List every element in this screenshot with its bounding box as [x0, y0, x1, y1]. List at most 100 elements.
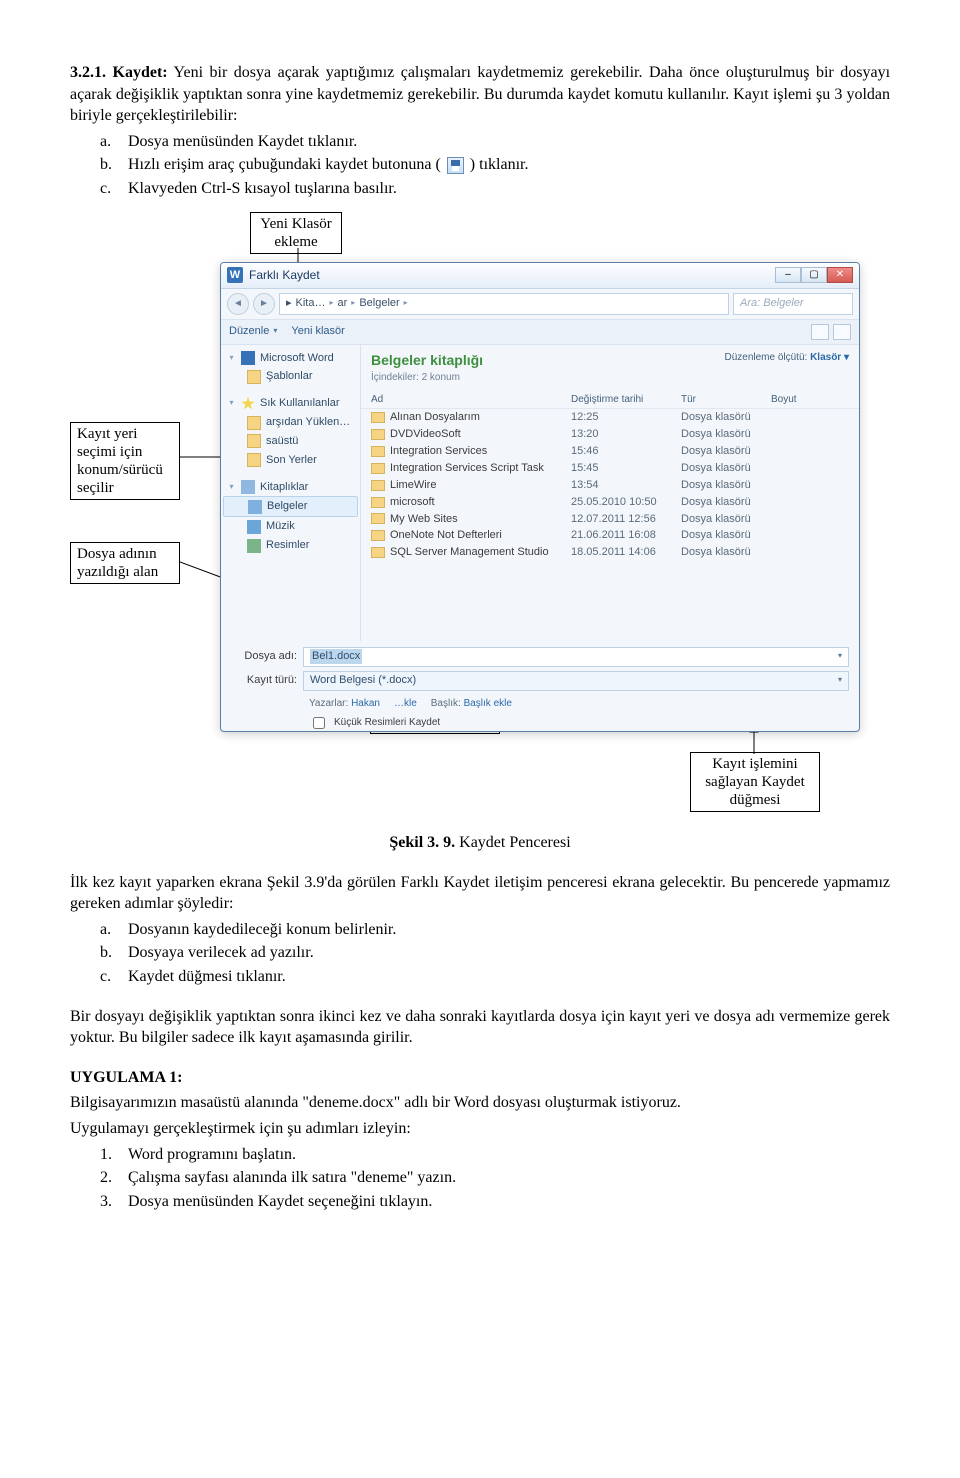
filetype-label: Kayıt türü: — [231, 673, 303, 688]
authors-value[interactable]: Hakan — [351, 698, 380, 709]
file-list-area: Belgeler kitaplığı İçindekiler: 2 konum … — [361, 345, 859, 641]
uygulama-p1: Bilgisayarımızın masaüstü alanında "dene… — [70, 1092, 890, 1114]
caption-number: Şekil 3. 9. — [389, 834, 455, 851]
section-text: Yeni bir dosya açarak yaptığımız çalışma… — [70, 64, 890, 124]
sort-value[interactable]: Klasör ▾ — [810, 352, 849, 363]
u-step2: Çalışma sayfası alanında ilk satıra "den… — [128, 1167, 456, 1189]
library-title: Belgeler kitaplığı — [371, 351, 483, 370]
table-row[interactable]: microsoft25.05.2010 10:50Dosya klasörü — [361, 494, 859, 511]
sort-label: Düzenleme ölçütü: — [724, 352, 807, 363]
column-headers[interactable]: Ad Değiştirme tarihi Tür Boyut — [361, 391, 859, 410]
save-icon — [447, 157, 464, 174]
maximize-button[interactable]: ▢ — [801, 267, 827, 283]
methods-list: a.Dosya menüsünden Kaydet tıklanır. b. H… — [100, 131, 890, 200]
u-step1-marker: 1. — [100, 1144, 128, 1166]
table-row[interactable]: My Web Sites12.07.2011 12:56Dosya klasör… — [361, 511, 859, 528]
side-documents[interactable]: Belgeler — [223, 496, 358, 517]
side-favorites[interactable]: ▾Sık Kullanılanlar — [223, 394, 358, 413]
post-p1: İlk kez kayıt yaparken ekrana Şekil 3.9'… — [70, 872, 890, 915]
dialog-footer-fields: Dosya adı: Bel1.docx▾ Kayıt türü: Word B… — [221, 641, 859, 732]
col-type: Tür — [681, 393, 771, 407]
crumb-2: ar — [338, 296, 348, 311]
table-row[interactable]: Alınan Dosyalarım12:25Dosya klasörü — [361, 409, 859, 426]
breadcrumb[interactable]: ▸ Kita… ▸ ar ▸ Belgeler ▸ — [279, 293, 729, 315]
u-step2-marker: 2. — [100, 1167, 128, 1189]
uygulama-p2: Uygulamayı gerçekleştirmek için şu adıml… — [70, 1118, 890, 1140]
u-step1: Word programını başlatın. — [128, 1144, 296, 1166]
side-desktop[interactable]: saüstü — [223, 432, 358, 451]
section-intro: 3.2.1. Kaydet: Yeni bir dosya açarak yap… — [70, 62, 890, 127]
item-b-pre: Hızlı erişim araç çubuğundaki kaydet but… — [128, 156, 441, 173]
side-libraries[interactable]: ▾Kitaplıklar — [223, 478, 358, 497]
side-downloads[interactable]: arşıdan Yüklen… — [223, 413, 358, 432]
minimize-button[interactable]: – — [775, 267, 801, 283]
section-number: 3.2.1. — [70, 64, 106, 81]
post-p2: Bir dosyayı değişiklik yaptıktan sonra i… — [70, 1006, 890, 1049]
crumb-3: Belgeler — [359, 296, 399, 311]
dialog-titlebar: W Farklı Kaydet – ▢ ✕ — [221, 263, 859, 289]
title-link[interactable]: Başlık ekle — [464, 698, 512, 709]
save-dialog-figure: Yeni Klasör ekleme Kayıt yeri seçimi içi… — [70, 212, 890, 872]
save-thumbnail-label: Küçük Resimleri Kaydet — [334, 716, 440, 730]
filetype-field[interactable]: Word Belgesi (*.docx)▾ — [303, 671, 849, 691]
toolbar: Düzenle▾ Yeni klasör — [221, 319, 859, 345]
folder-rows: Alınan Dosyalarım12:25Dosya klasörü DVDV… — [361, 409, 859, 561]
step-c-marker: c. — [100, 966, 128, 988]
section-title: Kaydet: — [113, 64, 168, 81]
table-row[interactable]: OneNote Not Defterleri21.06.2011 16:08Do… — [361, 527, 859, 544]
forward-button[interactable]: ► — [253, 293, 275, 315]
search-input[interactable]: Ara: Belgeler — [733, 293, 853, 315]
word-icon: W — [227, 267, 243, 283]
side-music[interactable]: Müzik — [223, 517, 358, 536]
steps-list-1: a.Dosyanın kaydedileceği konum belirleni… — [100, 919, 890, 988]
close-button[interactable]: ✕ — [827, 267, 853, 283]
sidebar: ▾Microsoft Word Şablonlar ▾Sık Kullanıla… — [221, 345, 361, 641]
callout-filename: Dosya adının yazıldığı alan — [70, 542, 180, 584]
view-icon[interactable] — [811, 324, 829, 340]
u-step3-marker: 3. — [100, 1191, 128, 1213]
new-folder-button[interactable]: Yeni klasör — [291, 324, 344, 339]
back-button[interactable]: ◄ — [227, 293, 249, 315]
item-b: Hızlı erişim araç çubuğundaki kaydet but… — [128, 154, 528, 176]
side-templates[interactable]: Şablonlar — [223, 367, 358, 386]
table-row[interactable]: SQL Server Management Studio18.05.2011 1… — [361, 544, 859, 561]
step-a-marker: a. — [100, 919, 128, 941]
side-pictures[interactable]: Resimler — [223, 536, 358, 555]
title-label: Başlık: — [431, 698, 461, 709]
item-b-marker: b. — [100, 154, 128, 176]
dialog-title-text: Farklı Kaydet — [249, 267, 320, 283]
table-row[interactable]: Integration Services15:46Dosya klasörü — [361, 443, 859, 460]
side-recent[interactable]: Son Yerler — [223, 451, 358, 470]
tags-link[interactable]: …kle — [394, 697, 417, 711]
callout-save-button: Kayıt işlemini sağlayan Kaydet düğmesi — [690, 752, 820, 812]
uygulama-steps: 1.Word programını başlatın. 2.Çalışma sa… — [100, 1144, 890, 1213]
save-thumbnail-checkbox[interactable] — [313, 717, 325, 729]
save-as-dialog: W Farklı Kaydet – ▢ ✕ ◄ ► ▸ Kita… ▸ ar ▸… — [220, 262, 860, 732]
figure-caption: Şekil 3. 9. Kaydet Penceresi — [70, 832, 890, 854]
step-a: Dosyanın kaydedileceği konum belirlenir. — [128, 919, 396, 941]
item-b-post: ) tıklanır. — [470, 156, 529, 173]
caption-text: Kaydet Penceresi — [455, 834, 571, 851]
step-b-marker: b. — [100, 942, 128, 964]
col-date: Değiştirme tarihi — [571, 393, 681, 407]
library-subtitle: İçindekiler: 2 konum — [371, 371, 483, 385]
item-c-marker: c. — [100, 178, 128, 200]
item-a-marker: a. — [100, 131, 128, 153]
table-row[interactable]: Integration Services Script Task15:45Dos… — [361, 460, 859, 477]
help-icon[interactable] — [833, 324, 851, 340]
table-row[interactable]: DVDVideoSoft13:20Dosya klasörü — [361, 426, 859, 443]
col-name: Ad — [371, 393, 571, 407]
table-row[interactable]: LimeWire13:54Dosya klasörü — [361, 477, 859, 494]
side-word[interactable]: ▾Microsoft Word — [223, 349, 358, 368]
crumb-1: Kita… — [296, 296, 326, 311]
u-step3: Dosya menüsünden Kaydet seçeneğini tıkla… — [128, 1191, 432, 1213]
uygulama-heading: UYGULAMA 1: — [70, 1067, 890, 1089]
filename-label: Dosya adı: — [231, 649, 303, 664]
organize-button[interactable]: Düzenle▾ — [229, 324, 277, 339]
filename-field[interactable]: Bel1.docx▾ — [303, 647, 849, 667]
callout-location: Kayıt yeri seçimi için konum/sürücü seçi… — [70, 422, 180, 500]
authors-label: Yazarlar: — [309, 698, 348, 709]
item-c: Klavyeden Ctrl-S kısayol tuşlarına basıl… — [128, 178, 397, 200]
step-b: Dosyaya verilecek ad yazılır. — [128, 942, 314, 964]
step-c: Kaydet düğmesi tıklanır. — [128, 966, 286, 988]
